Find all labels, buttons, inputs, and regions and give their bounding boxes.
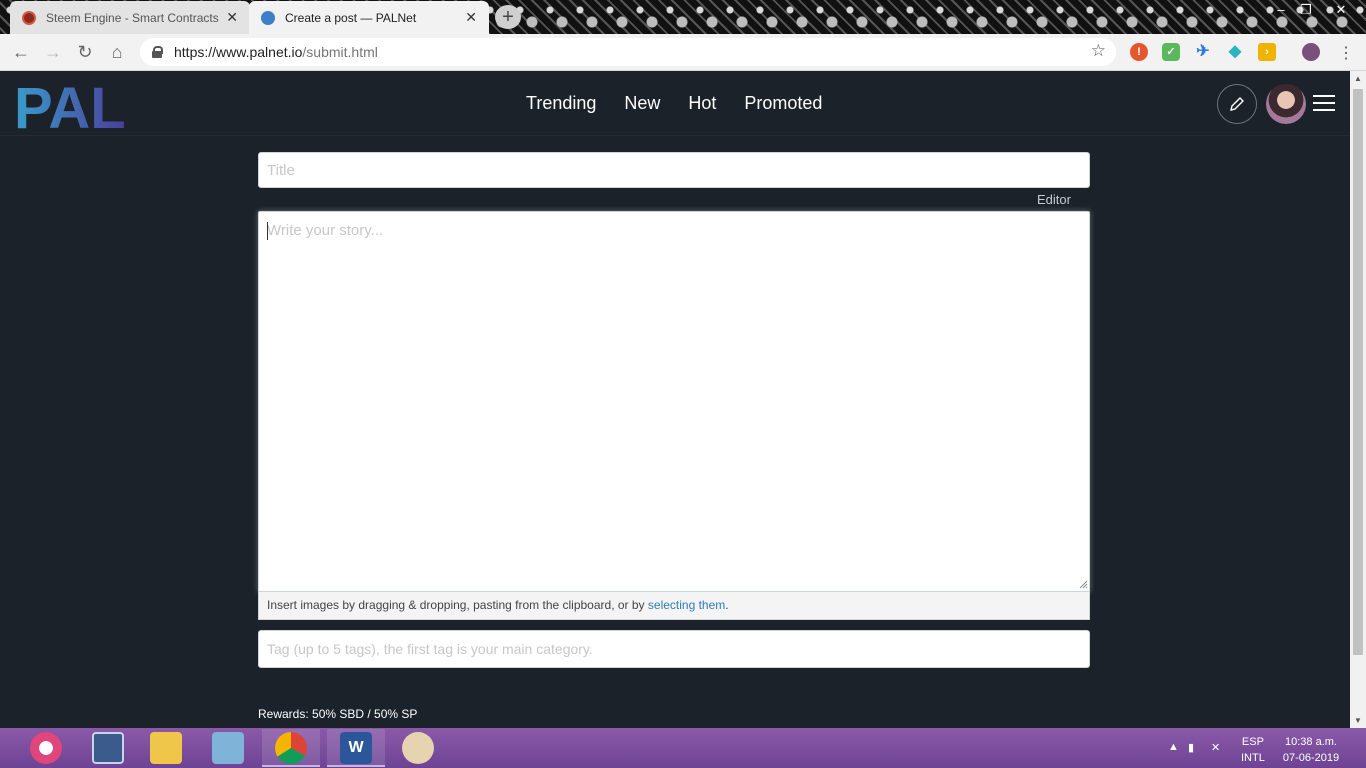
browser-menu-icon[interactable]: ⋮ [1338, 43, 1354, 63]
dropzone-text: Insert images by dragging & dropping, pa… [267, 598, 648, 612]
tab-steem-engine[interactable]: Steem Engine - Smart Contracts ✕ [10, 1, 250, 34]
address-bar[interactable]: https://www.palnet.io/submit.html ☆ [140, 38, 1116, 66]
lang-code: ESP [1241, 736, 1264, 748]
window-close-icon[interactable]: ✕ [1332, 2, 1350, 18]
tab-title: Steem Engine - Smart Contracts [46, 10, 219, 25]
bookmark-star-icon[interactable]: ☆ [1091, 41, 1106, 61]
back-icon[interactable]: ← [10, 41, 32, 63]
extension-diamond-icon[interactable]: ◆ [1226, 43, 1244, 61]
calculator-icon[interactable] [92, 732, 124, 764]
extension-plane-icon[interactable]: ✈ [1194, 43, 1212, 61]
system-tray: ▲ ▮ ✕ ESP INTL 10:38 a.m. 07-06-2019 [1166, 728, 1366, 768]
nav-trending[interactable]: Trending [526, 93, 596, 114]
clock[interactable]: 10:38 a.m. 07-06-2019 [1281, 734, 1341, 766]
lock-icon [152, 46, 163, 58]
user-avatar[interactable] [1266, 84, 1306, 124]
chrome-icon[interactable] [275, 732, 307, 764]
steem-engine-favicon-icon [22, 10, 36, 25]
clock-time: 10:38 a.m. [1285, 736, 1337, 748]
site-header: PAL Trending New Hot Promoted [0, 71, 1350, 141]
forward-icon[interactable]: → [42, 41, 64, 63]
page-content: PAL Trending New Hot Promoted Editor Ins… [0, 71, 1350, 728]
tags-input[interactable] [258, 630, 1090, 668]
minimize-icon[interactable]: – [1272, 2, 1290, 17]
extension-yellow-icon[interactable]: › [1258, 43, 1276, 61]
url-path: /submit.html [302, 44, 378, 60]
hamburger-menu-icon[interactable] [1313, 95, 1335, 113]
paint-icon[interactable] [402, 732, 434, 764]
scrollbar-thumb[interactable] [1353, 89, 1363, 655]
volume-muted-icon[interactable]: ✕ [1211, 741, 1220, 754]
main-nav: Trending New Hot Promoted [526, 93, 822, 114]
nav-hot[interactable]: Hot [688, 93, 716, 114]
word-icon[interactable]: W [340, 732, 372, 764]
new-tab-button[interactable]: + [495, 5, 521, 29]
nav-promoted[interactable]: Promoted [744, 93, 822, 114]
profile-avatar-icon[interactable] [1302, 43, 1320, 61]
page-scrollbar[interactable]: ▲ ▼ [1350, 71, 1366, 728]
tab-create-post[interactable]: Create a post — PALNet ✕ [249, 1, 489, 34]
clock-date: 07-06-2019 [1282, 752, 1340, 764]
url-host: www.palnet.io [216, 44, 303, 60]
dropzone-suffix: . [725, 598, 729, 612]
pencil-icon [1230, 97, 1244, 111]
reload-icon[interactable]: ↻ [74, 41, 96, 63]
scroll-down-icon[interactable]: ▼ [1354, 716, 1362, 725]
scroll-up-icon[interactable]: ▲ [1354, 74, 1362, 83]
resize-grip-icon[interactable] [1079, 580, 1088, 589]
itunes-icon[interactable] [30, 732, 62, 764]
extension-alert-icon[interactable]: ! [1130, 43, 1148, 61]
close-icon[interactable]: ✕ [226, 9, 238, 26]
browser-toolbar: ← → ↻ ⌂ https://www.palnet.io/submit.htm… [0, 34, 1366, 71]
palnet-favicon-icon [261, 10, 275, 25]
show-hidden-icons-icon[interactable]: ▲ [1168, 741, 1179, 753]
logo-text: PAL [14, 81, 126, 131]
select-images-link[interactable]: selecting them [648, 598, 725, 612]
pal-logo-icon: PAL [14, 76, 126, 141]
story-textarea[interactable] [258, 211, 1090, 592]
close-icon[interactable]: ✕ [465, 9, 477, 26]
tab-title: Create a post — PALNet [285, 10, 417, 25]
url-protocol: https:// [174, 44, 217, 60]
rewards-selector[interactable]: Rewards: 50% SBD / 50% SP [258, 707, 417, 721]
extension-shield-icon[interactable]: ✓ [1162, 43, 1180, 61]
write-post-button[interactable] [1217, 84, 1257, 124]
home-icon[interactable]: ⌂ [106, 41, 128, 63]
pal-logo[interactable]: PAL [14, 76, 142, 141]
restore-icon[interactable]: ❐ [1297, 2, 1315, 18]
browser-tabstrip: Steem Engine - Smart Contracts ✕ Create … [0, 0, 1366, 34]
notes-icon[interactable] [212, 732, 244, 764]
title-input[interactable] [258, 152, 1090, 188]
network-icon[interactable]: ▮ [1188, 741, 1194, 754]
windows-taskbar: W ▲ ▮ ✕ ESP INTL 10:38 a.m. 07-06-2019 [0, 728, 1366, 768]
editor-toggle[interactable]: Editor [1037, 192, 1071, 207]
file-explorer-icon[interactable] [150, 732, 182, 764]
text-caret [267, 222, 268, 240]
image-dropzone[interactable]: Insert images by dragging & dropping, pa… [258, 592, 1090, 620]
lang-layout: INTL [1241, 752, 1265, 764]
input-language[interactable]: ESP INTL [1241, 734, 1265, 766]
nav-new[interactable]: New [624, 93, 660, 114]
